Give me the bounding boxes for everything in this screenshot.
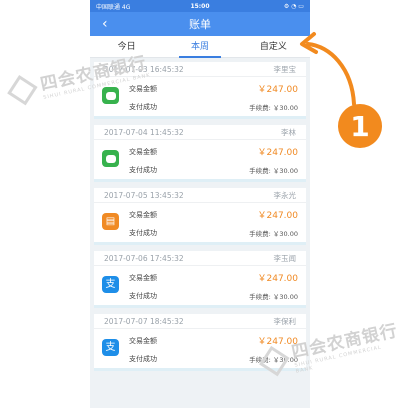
clock-text: 15:00 xyxy=(190,2,210,10)
alipay-icon: 支 xyxy=(102,339,119,356)
fee-text: 手续费: ￥30.00 xyxy=(249,167,298,175)
status-text: 支付成功 xyxy=(129,292,157,300)
amount-label: 交易金额 xyxy=(129,85,157,93)
card-header: 2017-07-05 13:45:32 李永光 xyxy=(94,188,306,203)
chevron-left-icon[interactable]: ‹ xyxy=(102,15,108,33)
bank-logo-icon xyxy=(7,74,38,105)
card-header: 2017-07-07 18:45:32 李保利 xyxy=(94,314,306,329)
page-title: 账单 xyxy=(189,18,211,31)
card-body: 交易金额 支付成功 ￥247.00 手续费: ￥30.00 xyxy=(94,77,306,116)
alipay-icon: 支 xyxy=(102,276,119,293)
bank-card-icon: ▤ xyxy=(102,213,119,230)
transaction-datetime: 2017-07-06 17:45:32 xyxy=(104,253,184,263)
status-text: 支付成功 xyxy=(129,355,157,363)
wechat-pay-icon xyxy=(102,150,119,167)
card-body: ▤ 交易金额 支付成功 ￥247.00 手续费: ￥30.00 xyxy=(94,203,306,242)
wechat-pay-icon xyxy=(102,87,119,104)
transaction-person: 李永光 xyxy=(273,190,297,200)
carrier-text: 中国联通 4G xyxy=(96,3,131,11)
tab-bar: 今日 本周 自定义 xyxy=(90,36,310,58)
transaction-datetime: 2017-07-05 13:45:32 xyxy=(104,190,184,200)
fee-text: 手续费: ￥30.00 xyxy=(249,104,298,112)
transaction-person: 李保利 xyxy=(273,316,297,326)
amount-label: 交易金额 xyxy=(129,337,157,345)
tab-today[interactable]: 今日 xyxy=(90,39,163,57)
fee-text: 手续费: ￥30.00 xyxy=(249,356,298,364)
card-body: 支 交易金额 支付成功 ￥247.00 手续费: ￥30.00 xyxy=(94,266,306,305)
amount-label: 交易金额 xyxy=(129,211,157,219)
status-text: 支付成功 xyxy=(129,103,157,111)
phone-screen: 中国联通 4G 15:00 ⚙ ◔ ▭ ‹ 账单 今日 本周 自定义 2017-… xyxy=(90,0,310,408)
transaction-card[interactable]: 2017-07-03 16:45:32 李里宝 交易金额 支付成功 ￥247.0… xyxy=(94,62,306,119)
card-header: 2017-07-03 16:45:32 李里宝 xyxy=(94,62,306,77)
transaction-datetime: 2017-07-03 16:45:32 xyxy=(104,64,184,74)
tab-this-week[interactable]: 本周 xyxy=(163,39,236,58)
transaction-datetime: 2017-07-07 18:45:32 xyxy=(104,316,184,326)
nav-bar: ‹ 账单 xyxy=(90,12,310,36)
amount-value: ￥247.00 xyxy=(257,274,299,284)
status-bar: 中国联通 4G 15:00 ⚙ ◔ ▭ xyxy=(90,0,310,12)
card-header: 2017-07-04 11:45:32 李林 xyxy=(94,125,306,140)
annotation-number-badge: 1 xyxy=(338,104,382,148)
transaction-person: 李林 xyxy=(281,127,296,137)
status-icons: ⚙ ◔ ▭ xyxy=(283,2,304,10)
annotation-arrow-icon xyxy=(300,32,356,106)
card-body: 交易金额 支付成功 ￥247.00 手续费: ￥30.00 xyxy=(94,140,306,179)
amount-value: ￥247.00 xyxy=(257,337,299,347)
amount-label: 交易金额 xyxy=(129,148,157,156)
fee-text: 手续费: ￥30.00 xyxy=(249,230,298,238)
transaction-card[interactable]: 2017-07-04 11:45:32 李林 交易金额 支付成功 ￥247.00… xyxy=(94,125,306,182)
card-header: 2017-07-06 17:45:32 李玉闻 xyxy=(94,251,306,266)
transaction-list: 2017-07-03 16:45:32 李里宝 交易金额 支付成功 ￥247.0… xyxy=(90,58,310,371)
transaction-card[interactable]: 2017-07-06 17:45:32 李玉闻 支 交易金额 支付成功 ￥247… xyxy=(94,251,306,308)
transaction-datetime: 2017-07-04 11:45:32 xyxy=(104,127,184,137)
amount-value: ￥247.00 xyxy=(257,211,299,221)
transaction-card[interactable]: 2017-07-05 13:45:32 李永光 ▤ 交易金额 支付成功 ￥247… xyxy=(94,188,306,245)
status-text: 支付成功 xyxy=(129,229,157,237)
transaction-person: 李玉闻 xyxy=(273,253,297,263)
status-text: 支付成功 xyxy=(129,166,157,174)
transaction-card[interactable]: 2017-07-07 18:45:32 李保利 支 交易金额 支付成功 ￥247… xyxy=(94,314,306,371)
amount-value: ￥247.00 xyxy=(257,148,299,158)
amount-label: 交易金额 xyxy=(129,274,157,282)
fee-text: 手续费: ￥30.00 xyxy=(249,293,298,301)
card-body: 支 交易金额 支付成功 ￥247.00 手续费: ￥30.00 xyxy=(94,329,306,368)
